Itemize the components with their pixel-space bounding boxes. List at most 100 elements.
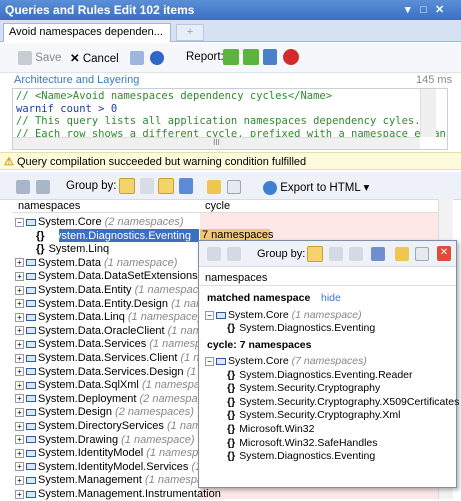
tree-row[interactable]: + System.IdentityModel (1 namespac [15,447,210,460]
editor-vertical-scrollbar[interactable] [420,89,436,137]
popup-document-icon[interactable] [415,247,429,261]
tree-row[interactable]: + System.Drawing (1 namespace) [15,434,195,447]
namespace-icon [26,272,36,280]
edit-icon[interactable] [130,51,144,65]
expander-icon[interactable]: + [15,339,24,349]
dropdown-icon[interactable]: ▾ [405,0,411,20]
popup-tree-row[interactable]: {} System.Security.Cryptography [227,382,380,395]
expander-icon[interactable]: + [15,435,24,445]
popup-group-assembly-icon[interactable] [349,247,363,261]
row-name: System.Data.Entity [38,284,132,296]
expander-icon[interactable]: + [15,462,24,472]
tree-row[interactable]: +System.Data.DataSetExtensions (1 [15,270,210,283]
group-type-icon[interactable] [179,178,193,194]
popup-tree-row[interactable]: {} System.Diagnostics.Eventing [227,450,375,463]
cancel-label: Cancel [82,53,119,65]
tree-row[interactable]: {} System.Linq [36,243,109,256]
expander-icon[interactable]: + [15,367,24,377]
tab-active[interactable]: Avoid namespaces dependen... [3,23,171,42]
popup-tree-row[interactable]: − System.Core (7 namespaces) [205,355,367,368]
popup-tree-row[interactable]: {} System.Diagnostics.Eventing.Reader [227,369,413,382]
tree-row[interactable]: + System.Data.Entity (1 namespace) [15,284,208,297]
row-name: System.Diagnostics.Eventing.Reader [239,368,413,381]
expander-icon[interactable]: + [15,394,24,404]
expander-icon[interactable]: + [15,353,24,363]
expander-icon[interactable]: + [15,380,24,390]
popup-tree-row[interactable]: {} Microsoft.Win32 [227,423,314,436]
hide-link[interactable]: hide [321,292,341,304]
row-name: System.IdentityModel.Services [38,460,189,473]
document-icon[interactable] [227,180,241,194]
tree-row[interactable]: + System.Deployment (2 namespaces [15,393,215,406]
tree-row[interactable]: +System.Data.Services.Client (1 nam [15,352,215,365]
expander-icon[interactable]: + [15,299,24,309]
report-icon-2[interactable] [243,49,259,65]
expander-icon[interactable]: − [15,217,24,227]
new-tab-button[interactable]: + [176,24,204,41]
editor-horizontal-scrollbar[interactable]: III [13,137,420,149]
expander-icon[interactable]: + [15,421,24,431]
group-namespace-icon[interactable] [119,178,135,194]
item-count: 102 items [139,3,195,17]
expander-icon[interactable]: + [15,475,24,485]
popup-tree-row[interactable]: {} System.Diagnostics.Eventing [227,322,375,335]
column-namespaces[interactable]: namespaces [18,200,80,212]
namespace-braces-icon: {} [36,243,45,256]
collapse-all-icon[interactable] [16,180,30,194]
popup-group-tree-icon[interactable] [329,247,343,261]
popup-tree-row[interactable]: − System.Core (1 namespace) [205,309,362,322]
namespace-icon [26,286,36,294]
tree-row[interactable]: +System.IdentityModel.Services (1 n [15,461,210,474]
tree-row[interactable]: − System.Core (2 namespaces) [15,216,184,229]
popup-tree-row[interactable]: {} System.Security.Cryptography.Xml [227,409,400,422]
expander-icon[interactable]: + [15,271,24,281]
cancel-button[interactable]: ✕ Cancel [70,51,119,65]
tree-row[interactable]: + System.Data.Linq (1 namespace) [15,311,201,324]
popup-expand-icon[interactable] [227,247,241,261]
close-icon[interactable]: ✕ [435,0,444,20]
group-tree-icon[interactable] [140,178,154,194]
tree-row[interactable]: + System.Data (1 namespace) [15,257,177,270]
popup-tree-row[interactable]: {} System.Security.Cryptography.X509Certi… [227,396,459,409]
tree-row[interactable]: {} System.Diagnostics.Eventing [36,230,191,243]
popup-group-type-icon[interactable] [371,247,385,261]
tree-row[interactable]: + System.Design (2 namespaces) [15,406,194,419]
tree-row[interactable]: + System.Data.OracleClient (1 namesp [15,325,220,338]
popup-group-namespace-icon[interactable] [307,246,323,262]
popup-close-icon[interactable]: ✕ [437,246,451,261]
namespace-braces-icon: {} [227,409,236,422]
report-icon-3[interactable] [263,49,277,65]
tree-row[interactable]: + System.Data.Services (1 namespac [15,338,213,351]
tree-row[interactable]: + System.Data.SqlXml (1 namespace [15,379,212,392]
expander-icon[interactable]: + [15,258,24,268]
expander-icon[interactable]: + [15,312,24,322]
expand-all-icon[interactable] [36,180,50,194]
expander-icon[interactable]: + [15,448,24,458]
report-icon-1[interactable] [223,49,239,65]
popup-folder-icon[interactable] [395,247,409,261]
group-assembly-icon[interactable] [158,178,174,194]
stop-icon[interactable] [283,49,299,65]
expander-icon[interactable]: − [205,356,214,366]
row-count: (1 namespace) [127,311,202,324]
folder-icon[interactable] [207,180,221,194]
tree-row[interactable]: + System.DirectoryServices (1 names [15,420,213,433]
editor-line-2: warnif count > 0 [16,102,118,115]
expander-icon[interactable]: + [15,489,24,499]
expander-icon[interactable]: + [15,326,24,336]
save-button[interactable]: Save [18,51,61,65]
help-icon[interactable] [150,51,164,65]
popup-tree-icon[interactable] [207,247,221,261]
export-html-button[interactable]: Export to HTML ▾ [263,180,369,195]
namespace-braces-icon: {} [227,423,236,435]
tree-row[interactable]: + System.Management (1 namespac [15,474,209,487]
column-cycle[interactable]: cycle [205,200,230,212]
expander-icon[interactable]: − [205,310,214,320]
tree-row[interactable]: + System.Management.Instrumentation [15,488,221,501]
tree-row[interactable]: + System.Data.Entity.Design (1 names [15,298,217,311]
maximize-icon[interactable]: □ [420,0,427,20]
expander-icon[interactable]: + [15,285,24,295]
tree-row[interactable]: +System.Data.Services.Design (1 nam [15,366,221,379]
popup-tree-row[interactable]: {} Microsoft.Win32.SafeHandles [227,437,378,450]
expander-icon[interactable]: + [15,407,24,417]
